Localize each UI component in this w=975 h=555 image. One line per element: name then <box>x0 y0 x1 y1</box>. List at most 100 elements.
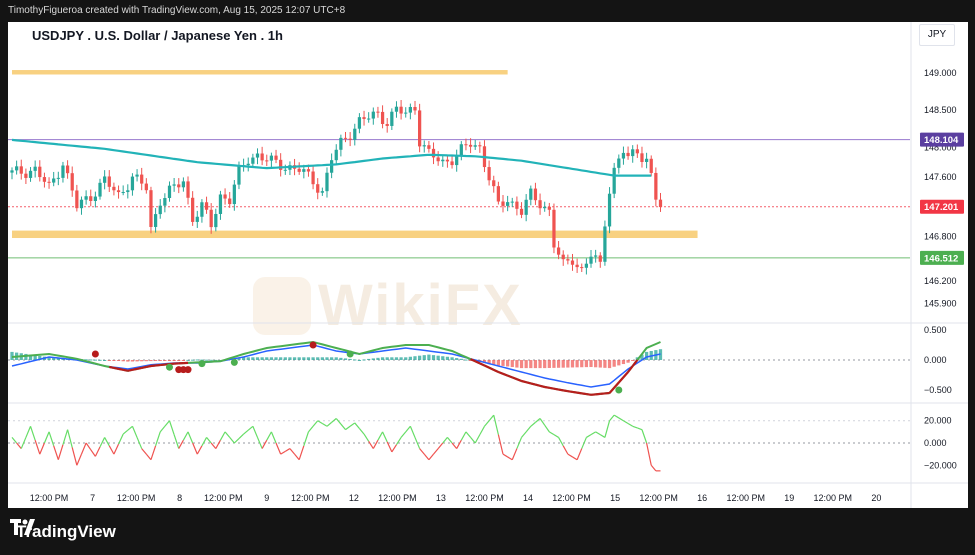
price-zone-1 <box>12 230 698 239</box>
oscillator-line-segment <box>326 421 333 427</box>
macd-histogram-bar <box>93 359 97 361</box>
macd-histogram-bar <box>153 360 158 361</box>
macd-signal-down-segment <box>563 389 569 393</box>
oscillator-line-segment <box>460 431 467 441</box>
macd-histogram-bar <box>552 360 556 368</box>
macd-histogram-bar <box>98 359 102 361</box>
oscillator-line-segment <box>465 431 472 438</box>
candle-body <box>204 202 209 210</box>
oscillator-line-segment <box>136 437 143 449</box>
oscillator-line-segment <box>484 420 490 427</box>
candle-body <box>209 209 213 228</box>
chart-panel[interactable]: WikiFX 149.000 148.500 148.000 147.600 146.8… <box>8 22 968 508</box>
oscillator-line-segment <box>99 437 106 448</box>
oscillator-line-segment <box>298 445 305 460</box>
oscillator-line-segment <box>382 431 388 443</box>
candle-body <box>422 145 426 147</box>
macd-histogram-bar <box>163 360 167 361</box>
oscillator-line-segment <box>206 437 212 444</box>
macd-histogram-bar <box>246 357 250 360</box>
candle-body <box>487 167 491 181</box>
candle-body <box>339 137 343 150</box>
candle-body <box>473 145 477 147</box>
oscillator-line-segment <box>168 420 175 435</box>
macd-histogram-bar <box>158 360 162 361</box>
oscillator-line-segment <box>53 445 59 460</box>
macd-signal-down-segment <box>549 386 555 390</box>
oscillator-line-segment <box>632 425 638 429</box>
candle-body <box>635 149 639 154</box>
currency-button[interactable]: JPY <box>919 24 955 46</box>
oscillator-line-segment <box>521 431 527 438</box>
candle-body <box>538 200 542 209</box>
macd-histogram-bar <box>413 356 417 360</box>
macd-histogram-bar <box>631 360 635 361</box>
time-axis-tick-label: 12:00 PM <box>117 493 156 503</box>
candle-body <box>459 144 463 156</box>
macd-histogram-bar <box>533 360 538 369</box>
candle-body <box>570 260 575 265</box>
oscillator-axis-tick-label: 0.000 <box>924 438 947 448</box>
oscillator-line-segment <box>307 425 314 433</box>
macd-histogram-bar <box>255 357 260 360</box>
macd-histogram-bar <box>603 360 607 368</box>
oscillator-line-segment <box>558 437 564 447</box>
candle-body <box>524 199 528 215</box>
candle-body <box>506 202 510 206</box>
candle-body <box>561 254 565 260</box>
oscillator-line-segment <box>345 425 351 431</box>
oscillator-line-segment <box>173 434 180 449</box>
oscillator-line-segment <box>549 431 555 436</box>
oscillator-line-segment <box>284 448 291 452</box>
oscillator-line-segment <box>317 420 323 425</box>
macd-histogram-bar <box>306 357 311 360</box>
price-axis-tick-label: 146.800 <box>924 232 957 242</box>
macd-signal-down-segment <box>511 376 518 381</box>
candle-body <box>28 170 33 178</box>
time-axis-tick-label: 19 <box>784 493 794 503</box>
macd-cross-dot <box>346 350 354 358</box>
oscillator-line-segment <box>243 429 249 435</box>
macd-histogram-bar <box>459 358 463 360</box>
oscillator-line-segment <box>303 431 310 446</box>
oscillator-line-segment <box>29 426 36 441</box>
time-axis-tick-label: 9 <box>264 493 269 503</box>
candle-body <box>195 216 199 222</box>
oscillator-line-segment <box>340 423 346 431</box>
candle-body <box>519 208 524 215</box>
candle-body <box>607 193 612 227</box>
macd-histogram-bar <box>580 360 584 368</box>
oscillator-line-segment <box>20 437 27 449</box>
oscillator-line-segment <box>623 420 629 425</box>
macd-histogram-bar <box>316 357 320 360</box>
candle-body <box>334 149 338 161</box>
macd-histogram-bar <box>496 360 500 366</box>
macd-cross-dot <box>184 366 192 374</box>
macd-signal-down-segment <box>553 387 559 391</box>
footer-brand[interactable]: TradingView <box>10 519 116 545</box>
macd-cross-dot <box>309 341 317 349</box>
candle-body <box>348 138 352 140</box>
oscillator-line-segment <box>391 444 397 453</box>
candle-body <box>186 181 190 198</box>
macd-histogram-bar <box>404 357 408 360</box>
macd-histogram-bar <box>357 360 362 361</box>
chart-svg[interactable]: 149.000148.500148.000147.600146.800146.2… <box>8 22 968 508</box>
oscillator-line-segment <box>433 448 439 455</box>
oscillator-line-segment <box>409 426 416 438</box>
candle-body <box>515 201 519 209</box>
candle-body <box>79 199 84 209</box>
oscillator-line-segment <box>187 431 194 444</box>
time-axis-tick-label: 12:00 PM <box>465 493 504 503</box>
oscillator-line-segment <box>516 437 523 449</box>
oscillator-line-segment <box>641 429 648 444</box>
candle-body <box>644 158 649 162</box>
candle-body <box>658 199 663 208</box>
candle-body <box>158 205 162 215</box>
macd-signal-down-segment <box>118 367 124 371</box>
candle-body <box>468 144 473 147</box>
candle-body <box>65 165 70 174</box>
oscillator-line-segment <box>270 431 277 444</box>
candle-body <box>408 106 412 113</box>
macd-histogram-bar <box>144 360 148 362</box>
